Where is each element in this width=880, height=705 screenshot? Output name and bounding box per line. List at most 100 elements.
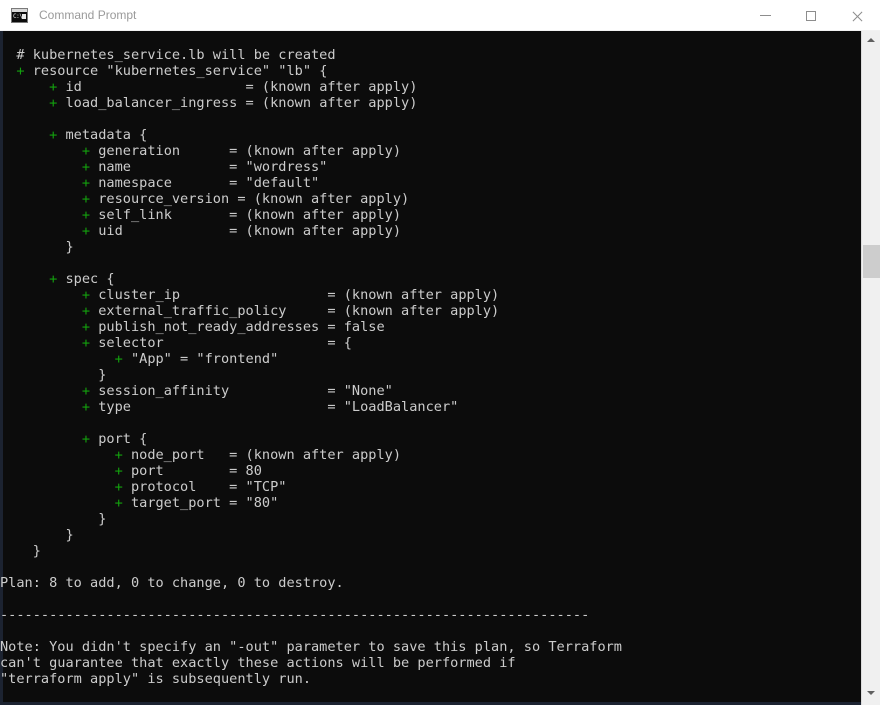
diff-add-marker: + <box>81 191 91 207</box>
terminal-text: port { <box>90 431 148 447</box>
terminal-text: node_port = (known after apply) <box>122 447 402 463</box>
terminal-line: + resource_version = (known after apply) <box>0 191 858 207</box>
terminal-text: "terraform apply" is subsequently run. <box>0 671 311 687</box>
close-button[interactable] <box>834 0 880 31</box>
terminal-line: + protocol = "TCP" <box>0 479 858 495</box>
terminal-text: spec { <box>57 271 115 287</box>
terminal-text: resource "kubernetes_service" "lb" { <box>24 63 328 79</box>
terminal-line: + resource "kubernetes_service" "lb" { <box>0 63 858 79</box>
terminal-text: name = "wordress" <box>90 159 328 175</box>
scrollbar-thumb[interactable] <box>863 245 880 278</box>
diff-add-marker: + <box>16 63 25 79</box>
window-title: Command Prompt <box>39 8 137 22</box>
diff-add-marker: + <box>114 447 123 463</box>
diff-add-marker: + <box>81 207 91 223</box>
terminal-line: } <box>0 239 858 255</box>
terminal-text: target_port = "80" <box>122 495 279 511</box>
diff-add-marker: + <box>81 159 91 175</box>
diff-add-marker: + <box>81 175 91 191</box>
title-bar-left: C:\ Command Prompt <box>0 0 136 30</box>
maximize-button[interactable] <box>788 0 834 31</box>
terminal-text: "App" = "frontend" <box>122 351 279 367</box>
terminal-text: publish_not_ready_addresses = false <box>90 319 385 335</box>
terminal-text: } <box>0 367 107 383</box>
terminal-line: + spec { <box>0 271 858 287</box>
console-area[interactable]: # kubernetes_service.lb will be created … <box>0 31 880 705</box>
terminal-line: + session_affinity = "None" <box>0 383 858 399</box>
maximize-icon <box>806 10 816 21</box>
vertical-scrollbar[interactable] <box>861 31 880 705</box>
scroll-down-button[interactable] <box>862 684 880 702</box>
terminal-text: } <box>0 527 74 543</box>
diff-add-marker: + <box>114 479 123 495</box>
terminal-line: } <box>0 527 858 543</box>
terminal-text: namespace = "default" <box>90 175 320 191</box>
terminal-text: external_traffic_policy = (known after a… <box>90 303 500 319</box>
terminal-line: + uid = (known after apply) <box>0 223 858 239</box>
terminal-line: } <box>0 511 858 527</box>
terminal-text: self_link = (known after apply) <box>90 207 402 223</box>
title-bar[interactable]: C:\ Command Prompt <box>0 0 880 31</box>
terminal-text: cluster_ip = (known after apply) <box>90 287 500 303</box>
terminal-text: port = 80 <box>122 463 262 479</box>
terminal-line: + name = "wordress" <box>0 159 858 175</box>
terminal-line: + self_link = (known after apply) <box>0 207 858 223</box>
terminal-text: } <box>0 239 74 255</box>
diff-add-marker: + <box>81 143 91 159</box>
terminal-line: can't guarantee that exactly these actio… <box>0 655 858 671</box>
terminal-line: + metadata { <box>0 127 858 143</box>
terminal-text: selector = { <box>90 335 352 351</box>
terminal-line: # kubernetes_service.lb will be created <box>0 47 858 63</box>
diff-add-marker: + <box>114 463 123 479</box>
terminal-text: generation = (known after apply) <box>90 143 402 159</box>
scrollbar-track[interactable] <box>862 49 880 684</box>
terminal-output: # kubernetes_service.lb will be created … <box>0 47 858 705</box>
diff-add-marker: + <box>81 287 91 303</box>
terminal-line: + target_port = "80" <box>0 495 858 511</box>
diff-add-marker: + <box>81 399 91 415</box>
scroll-up-button[interactable] <box>862 31 880 49</box>
diff-add-marker: + <box>114 495 123 511</box>
diff-add-marker: + <box>114 351 123 367</box>
console-icon: C:\ <box>11 7 28 23</box>
terminal-line: "terraform apply" is subsequently run. <box>0 671 858 687</box>
terminal-line: + "App" = "frontend" <box>0 351 858 367</box>
terminal-line: } <box>0 367 858 383</box>
chevron-down-icon <box>867 691 875 695</box>
terminal-text: Note: You didn't specify an "-out" param… <box>0 639 622 655</box>
chevron-up-icon <box>867 38 875 42</box>
console-icon-titlestrip <box>12 8 27 12</box>
terminal-text: } <box>0 543 41 559</box>
terminal-line: Plan: 8 to add, 0 to change, 0 to destro… <box>0 575 858 591</box>
terminal-line: + cluster_ip = (known after apply) <box>0 287 858 303</box>
terminal-line: ----------------------------------------… <box>0 607 858 623</box>
terminal-line: + type = "LoadBalancer" <box>0 399 858 415</box>
terminal-text: resource_version = (known after apply) <box>90 191 410 207</box>
terminal-text: uid = (known after apply) <box>90 223 402 239</box>
terminal-line: + id = (known after apply) <box>0 79 858 95</box>
minimize-button[interactable] <box>742 0 788 31</box>
terminal-text: Plan: 8 to add, 0 to change, 0 to destro… <box>0 575 344 591</box>
close-icon <box>851 10 863 22</box>
diff-add-marker: + <box>81 319 91 335</box>
terminal-text: id = (known after apply) <box>57 79 418 95</box>
terminal-text: metadata { <box>57 127 148 143</box>
